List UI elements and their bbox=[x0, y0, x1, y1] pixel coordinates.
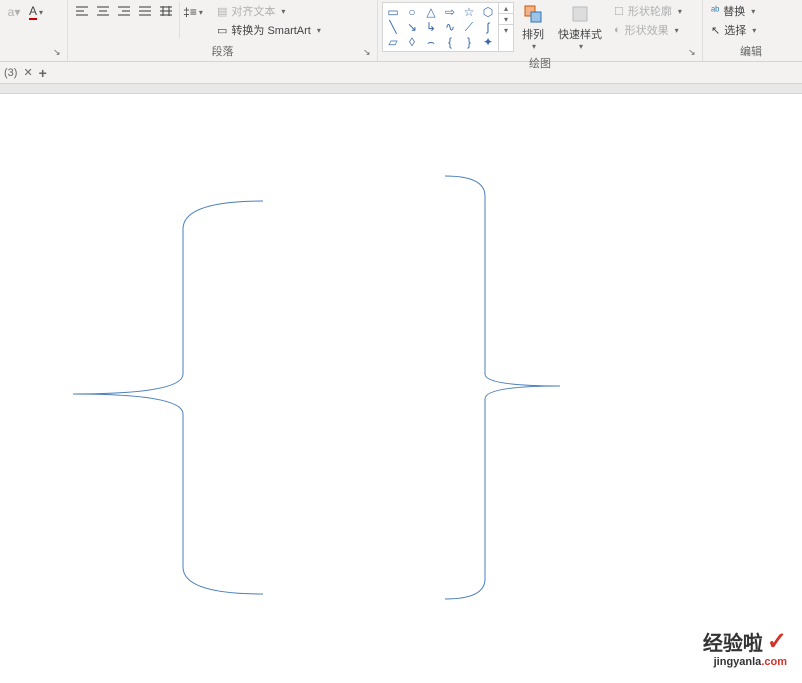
ruler bbox=[0, 84, 802, 94]
ribbon: a▾ A▾ ↘ bbox=[0, 0, 802, 62]
effects-icon: ◐ bbox=[614, 24, 621, 36]
shapes-gallery[interactable]: ▭ ○ △ ⇨ ☆ ⬡ ╲ ↘ ↳ ∿ ⟋ ʃ bbox=[382, 2, 499, 52]
drawing-group: ▭ ○ △ ⇨ ☆ ⬡ ╲ ↘ ↳ ∿ ⟋ ʃ bbox=[378, 0, 703, 61]
gallery-down-button[interactable]: ▾ bbox=[499, 14, 513, 25]
shape-hex-icon[interactable]: ⬡ bbox=[480, 5, 496, 19]
shape-arrow-right-icon[interactable]: ⇨ bbox=[442, 5, 458, 19]
replace-icon: ᵃᵇ bbox=[711, 5, 719, 17]
editing-group: ᵃᵇ 替换▾ ↖ 选择▾ 编辑 bbox=[703, 0, 799, 61]
paragraph-group-label: 段落 bbox=[72, 41, 373, 61]
shape-triangle-icon[interactable]: △ bbox=[423, 5, 439, 19]
replace-button[interactable]: ᵃᵇ 替换▾ bbox=[707, 2, 760, 20]
align-justify-button[interactable] bbox=[135, 2, 155, 22]
align-text-icon: ▤ bbox=[217, 5, 227, 18]
shape-ellipse-icon[interactable]: ○ bbox=[404, 5, 420, 19]
current-tab-label[interactable]: (3) bbox=[4, 67, 17, 79]
smartart-icon: ▭ bbox=[217, 24, 227, 37]
watermark-url: jingyanla.com bbox=[703, 656, 787, 668]
align-text-button[interactable]: ▤ 对齐文本▾ bbox=[213, 2, 325, 20]
line-spacing-button[interactable]: ‡≡▾ bbox=[183, 2, 203, 22]
watermark-text: 经验啦 bbox=[703, 627, 763, 656]
quick-styles-button[interactable]: 快速样式▾ bbox=[552, 2, 608, 53]
quick-styles-icon bbox=[570, 4, 590, 24]
drawing-dialog-launcher[interactable]: ↘ bbox=[688, 47, 700, 59]
shape-callout-icon[interactable]: ◊ bbox=[404, 35, 420, 49]
shape-brace-right-icon[interactable]: } bbox=[461, 35, 477, 49]
shape-plus-icon[interactable]: ✦ bbox=[480, 35, 496, 49]
gallery-more-button[interactable]: ▾ bbox=[499, 25, 513, 36]
shape-curve-icon[interactable]: ∿ bbox=[442, 20, 458, 34]
text-highlight-button[interactable]: a▾ bbox=[4, 2, 24, 22]
align-left-button[interactable] bbox=[72, 2, 92, 22]
font-dialog-launcher[interactable]: ↘ bbox=[53, 47, 65, 59]
arrange-icon bbox=[523, 4, 543, 24]
shape-arc-icon[interactable]: ⌢ bbox=[423, 35, 439, 49]
left-brace-shape[interactable] bbox=[68, 199, 268, 599]
paragraph-dialog-launcher[interactable]: ↘ bbox=[363, 47, 375, 59]
shape-connector-icon[interactable]: ↳ bbox=[423, 20, 439, 34]
distribute-button[interactable] bbox=[156, 2, 176, 22]
shape-arrow-icon[interactable]: ↘ bbox=[404, 20, 420, 34]
drawing-group-label: 绘图 bbox=[382, 53, 698, 73]
shapes-gallery-expand: ▴ ▾ ▾ bbox=[499, 2, 514, 52]
select-icon: ↖ bbox=[711, 24, 720, 37]
shape-scribble-icon[interactable]: ʃ bbox=[480, 20, 496, 34]
gallery-up-button[interactable]: ▴ bbox=[499, 3, 513, 14]
paragraph-group: ‡≡▾ ▤ 对齐文本▾ ▭ 转换为 SmartArt▾ 段落 ↘ bbox=[68, 0, 378, 61]
convert-smartart-button[interactable]: ▭ 转换为 SmartArt▾ bbox=[213, 21, 325, 39]
align-center-button[interactable] bbox=[93, 2, 113, 22]
font-color-button[interactable]: A▾ bbox=[26, 2, 46, 22]
editing-group-label: 编辑 bbox=[707, 41, 795, 61]
tab-close-button[interactable]: ✕ bbox=[23, 66, 32, 79]
tab-add-button[interactable]: + bbox=[39, 65, 47, 81]
shape-line-icon[interactable]: ╲ bbox=[385, 20, 401, 34]
outline-icon: ☐ bbox=[614, 5, 624, 18]
watermark: 经验啦 ✓ jingyanla.com bbox=[703, 627, 787, 668]
select-button[interactable]: ↖ 选择▾ bbox=[707, 21, 760, 39]
font-group: a▾ A▾ ↘ bbox=[0, 0, 68, 61]
shape-outline-button[interactable]: ☐ 形状轮廓▾ bbox=[610, 2, 686, 20]
align-right-button[interactable] bbox=[114, 2, 134, 22]
slide-canvas[interactable] bbox=[0, 94, 802, 683]
shape-star-icon[interactable]: ☆ bbox=[461, 5, 477, 19]
shape-effects-button[interactable]: ◐ 形状效果▾ bbox=[610, 21, 686, 39]
shape-brace-left-icon[interactable]: { bbox=[442, 35, 458, 49]
shape-freeform-icon[interactable]: ⟋ bbox=[461, 20, 477, 34]
shape-rect2-icon[interactable]: ▱ bbox=[385, 35, 401, 49]
arrange-button[interactable]: 排列▾ bbox=[516, 2, 550, 53]
checkmark-icon: ✓ bbox=[767, 627, 787, 656]
right-brace-shape[interactable] bbox=[440, 174, 570, 604]
shape-rectangle-icon[interactable]: ▭ bbox=[385, 5, 401, 19]
